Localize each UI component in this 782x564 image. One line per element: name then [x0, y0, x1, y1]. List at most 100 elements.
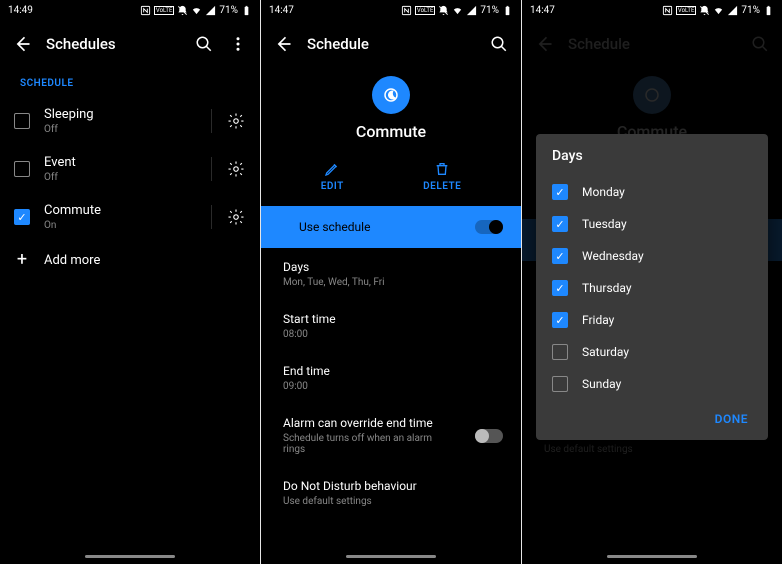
- back-button[interactable]: [273, 34, 293, 54]
- settings-button[interactable]: [226, 207, 246, 227]
- setting-sub: Use default settings: [283, 496, 499, 507]
- day-saturday[interactable]: Saturday: [552, 336, 752, 368]
- edit-action[interactable]: EDIT: [321, 161, 344, 192]
- signal-icon: [727, 5, 738, 16]
- delete-action[interactable]: DELETE: [423, 161, 461, 192]
- delete-label: DELETE: [423, 181, 461, 192]
- home-indicator[interactable]: [85, 555, 175, 558]
- use-schedule-toggle[interactable]: [475, 220, 503, 234]
- dialog-actions: DONE: [552, 400, 752, 432]
- day-label: Friday: [582, 313, 614, 327]
- wifi-icon: [191, 5, 202, 16]
- battery-icon: [502, 5, 513, 16]
- alarm-override-setting[interactable]: Alarm can override end time Schedule tur…: [261, 404, 521, 467]
- setting-value: 09:00: [283, 381, 499, 392]
- days-setting[interactable]: Days Mon, Tue, Wed, Thu, Fri: [261, 248, 521, 300]
- end-time-setting[interactable]: End time 09:00: [261, 352, 521, 404]
- gear-icon: [227, 112, 245, 130]
- section-label: SCHEDULE: [0, 68, 260, 97]
- day-friday[interactable]: Friday: [552, 304, 752, 336]
- search-icon: [751, 35, 769, 53]
- day-tuesday[interactable]: Tuesday: [552, 208, 752, 240]
- page-title: Schedule: [307, 35, 475, 53]
- checkbox[interactable]: [14, 209, 30, 225]
- day-sunday[interactable]: Sunday: [552, 368, 752, 400]
- more-vert-icon: [229, 35, 247, 53]
- moon-circle-icon: [372, 76, 410, 114]
- add-more-row[interactable]: + Add more: [0, 241, 260, 279]
- day-label: Wednesday: [582, 249, 644, 263]
- done-button[interactable]: DONE: [711, 406, 752, 432]
- checkbox[interactable]: [14, 113, 30, 129]
- page-title: Schedule: [568, 35, 736, 53]
- trash-icon: [434, 161, 450, 177]
- home-indicator[interactable]: [607, 555, 697, 558]
- day-label: Thursday: [582, 281, 632, 295]
- checkbox[interactable]: [552, 280, 568, 296]
- setting-title: Do Not Disturb behaviour: [283, 479, 499, 493]
- settings-button[interactable]: [226, 111, 246, 131]
- wifi-icon: [713, 5, 724, 16]
- search-button[interactable]: [194, 34, 214, 54]
- search-button[interactable]: [489, 34, 509, 54]
- alarm-toggle[interactable]: [475, 429, 503, 443]
- status-icons: VoLTE 71%: [662, 5, 774, 16]
- schedule-row-event[interactable]: Event Off: [0, 145, 260, 193]
- nfc-icon: [401, 5, 412, 16]
- day-monday[interactable]: Monday: [552, 176, 752, 208]
- status-icons: VoLTE 71%: [401, 5, 513, 16]
- status-bar: 14:47 VoLTE 71%: [522, 0, 782, 20]
- battery-icon: [763, 5, 774, 16]
- page-title: Schedules: [46, 35, 180, 53]
- row-sub: Off: [44, 124, 197, 135]
- battery-text: 71%: [219, 5, 238, 16]
- row-title: Commute: [44, 203, 197, 218]
- status-time: 14:47: [530, 5, 555, 16]
- row-sub: Off: [44, 172, 197, 183]
- dialog-title: Days: [552, 148, 752, 164]
- schedule-row-sleeping[interactable]: Sleeping Off: [0, 97, 260, 145]
- row-title: Sleeping: [44, 107, 197, 122]
- volte-icon: VoLTE: [676, 6, 697, 15]
- start-time-setting[interactable]: Start time 08:00: [261, 300, 521, 352]
- day-label: Sunday: [582, 377, 621, 391]
- status-icons: VoLTE 71%: [140, 5, 252, 16]
- checkbox[interactable]: [552, 344, 568, 360]
- day-label: Saturday: [582, 345, 629, 359]
- dnd-icon: [177, 5, 188, 16]
- setting-sub: Use default settings: [544, 444, 760, 455]
- dnd-icon: [699, 5, 710, 16]
- checkbox[interactable]: [552, 184, 568, 200]
- arrow-left-icon: [273, 34, 293, 54]
- nfc-icon: [140, 5, 151, 16]
- schedule-row-commute[interactable]: Commute On: [0, 193, 260, 241]
- arrow-left-icon: [534, 34, 554, 54]
- use-schedule-row[interactable]: Use schedule: [261, 206, 521, 248]
- moon-circle-icon: [633, 76, 671, 114]
- checkbox[interactable]: [552, 376, 568, 392]
- moon-icon: [643, 86, 661, 104]
- checkbox[interactable]: [14, 161, 30, 177]
- arrow-left-icon: [12, 34, 32, 54]
- setting-value: 08:00: [283, 329, 499, 340]
- checkbox[interactable]: [552, 312, 568, 328]
- setting-title: Alarm can override end time: [283, 416, 453, 430]
- volte-icon: VoLTE: [154, 6, 175, 15]
- status-time: 14:49: [8, 5, 33, 16]
- setting-title: End time: [283, 364, 499, 378]
- divider: [211, 157, 212, 181]
- overflow-button[interactable]: [228, 34, 248, 54]
- day-thursday[interactable]: Thursday: [552, 272, 752, 304]
- checkbox[interactable]: [552, 248, 568, 264]
- top-bar: Schedule: [261, 20, 521, 68]
- pencil-icon: [324, 161, 340, 177]
- home-indicator[interactable]: [346, 555, 436, 558]
- dnd-behaviour-setting[interactable]: Do Not Disturb behaviour Use default set…: [261, 467, 521, 519]
- settings-button[interactable]: [226, 159, 246, 179]
- checkbox[interactable]: [552, 216, 568, 232]
- top-bar: Schedules: [0, 20, 260, 68]
- search-icon: [195, 35, 213, 53]
- day-wednesday[interactable]: Wednesday: [552, 240, 752, 272]
- back-button[interactable]: [12, 34, 32, 54]
- add-more-label: Add more: [44, 253, 246, 268]
